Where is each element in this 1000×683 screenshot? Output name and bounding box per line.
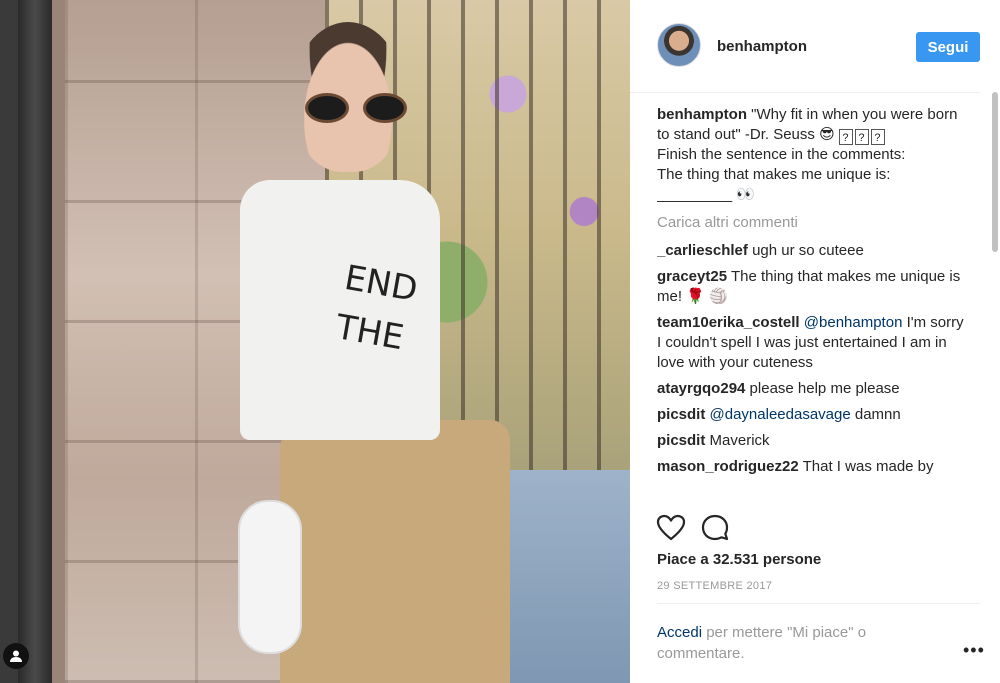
boy-shoe [238, 500, 302, 654]
comment-text: ugh ur so cuteee [752, 242, 864, 259]
more-options-icon[interactable]: ••• [963, 640, 985, 661]
header-username[interactable]: benhampton [717, 38, 807, 55]
comment-item: _carlieschlef ugh ur so cuteee [657, 241, 969, 261]
caption-line3: The thing that makes me unique is: [657, 166, 891, 183]
login-link[interactable]: Accedi [657, 624, 702, 641]
caption-username[interactable]: benhampton [657, 106, 747, 123]
post-side-panel: benhampton Segui benhampton "Why fit in … [630, 0, 1000, 683]
load-more-comments-link[interactable]: Carica altri commenti [657, 213, 969, 233]
divider [657, 603, 980, 604]
comment-text: That I was made by [802, 458, 934, 475]
post-caption: benhampton "Why fit in when you were bor… [657, 105, 969, 205]
comment-mention[interactable]: @daynaleedasavage [710, 406, 851, 423]
comment-item: mason_rodriguez22 That I was made by [657, 457, 969, 477]
comment-item: graceyt25 The thing that makes me unique… [657, 267, 969, 307]
follow-button[interactable]: Segui [916, 32, 980, 62]
likes-count[interactable]: Piace a 32.531 persone [657, 551, 821, 568]
heart-icon[interactable] [655, 512, 687, 544]
comment-username[interactable]: team10erika_costell [657, 314, 800, 331]
comment-icon[interactable] [699, 512, 731, 544]
comment-username[interactable]: graceyt25 [657, 268, 727, 285]
post-actions [655, 512, 977, 546]
boy-shirt: END THE [240, 180, 440, 440]
comment-mention[interactable]: @benhampton [804, 314, 903, 331]
sunglasses [305, 93, 413, 123]
comment-item: picsdit @daynaleedasavage damnn [657, 405, 969, 425]
user-tag-icon[interactable] [3, 643, 29, 669]
unrendered-emoji-boxes: ??? [838, 126, 887, 145]
login-prompt: Accedi per mettere "Mi piace" o commenta… [657, 622, 937, 664]
comment-username[interactable]: picsdit [657, 432, 705, 449]
shirt-text: END THE [332, 257, 421, 359]
caption-line2: Finish the sentence in the comments: [657, 146, 906, 163]
comments-scrollbar[interactable] [992, 92, 998, 252]
post-header: benhampton Segui [630, 0, 980, 93]
comment-username[interactable]: atayrgqo294 [657, 380, 745, 397]
comment-item: atayrgqo294 please help me please [657, 379, 969, 399]
avatar[interactable] [657, 23, 701, 67]
boy-pants [280, 420, 510, 683]
post-photo[interactable]: END THE [0, 0, 630, 683]
comment-item: team10erika_costell @benhampton I'm sorr… [657, 313, 969, 373]
comments-list[interactable]: benhampton "Why fit in when you were bor… [657, 105, 969, 502]
caption-line4: _________ 👀 [657, 186, 755, 203]
comment-username[interactable]: mason_rodriguez22 [657, 458, 799, 475]
comment-username[interactable]: picsdit [657, 406, 705, 423]
comment-username[interactable]: _carlieschlef [657, 242, 748, 259]
comment-text: Maverick [709, 432, 770, 449]
comment-text: damnn [854, 406, 901, 423]
comment-text: please help me please [749, 380, 900, 397]
post-date: 29 SETTEMBRE 2017 [657, 580, 773, 592]
gate-pillar [18, 0, 52, 683]
comment-item: picsdit Maverick [657, 431, 969, 451]
